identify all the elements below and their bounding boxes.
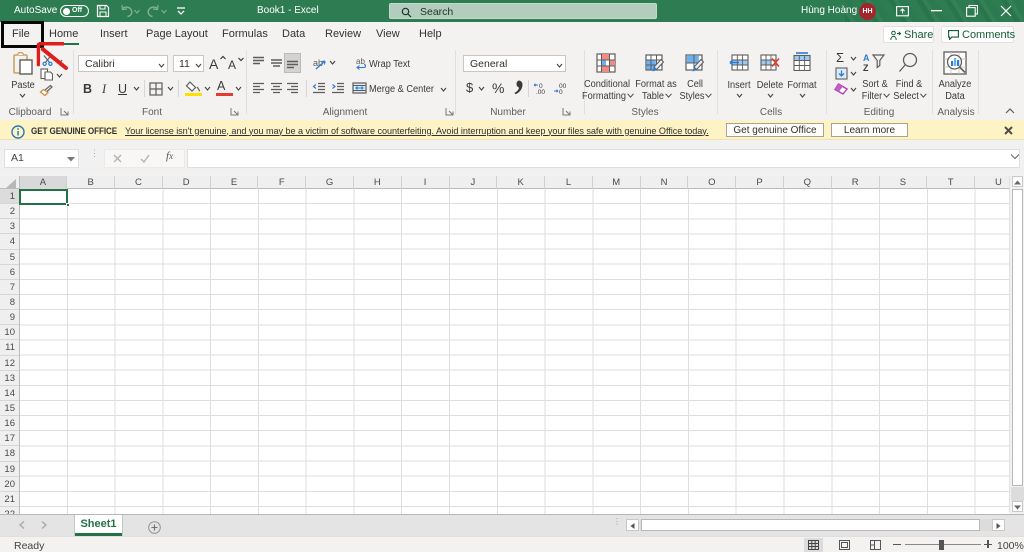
- svg-text:A: A: [228, 58, 236, 71]
- svg-text:.00: .00: [536, 89, 545, 95]
- svg-text:0: 0: [559, 89, 563, 95]
- svg-text:A: A: [209, 56, 219, 71]
- svg-text:A: A: [863, 53, 870, 63]
- svg-text:Z: Z: [863, 63, 869, 73]
